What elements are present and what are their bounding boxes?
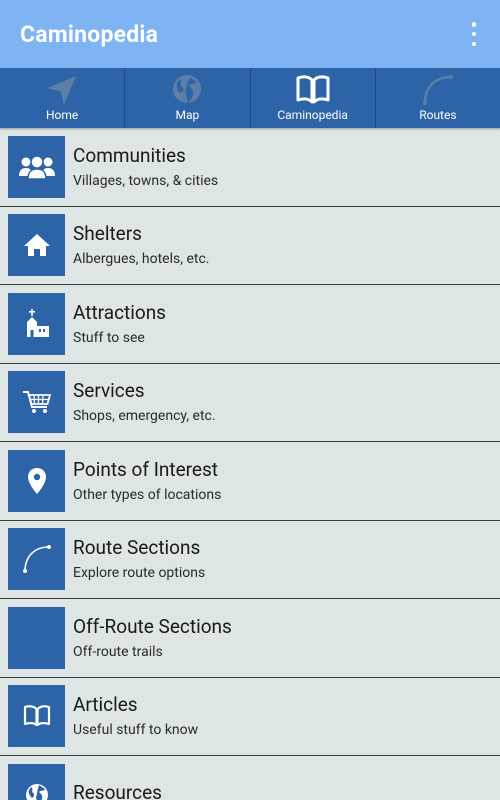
item-title: Route Sections [73, 536, 201, 560]
item-title: Attractions [73, 300, 166, 324]
category-tile [8, 135, 65, 198]
tab-routes[interactable]: Routes [376, 68, 500, 128]
list-item-points-of-interest[interactable]: Points of Interest Other types of locati… [0, 442, 500, 521]
tab-label: Caminopedia [277, 108, 348, 122]
map-pin-icon [27, 467, 46, 494]
item-title: Communities [73, 143, 186, 167]
shopping-cart-icon [22, 391, 51, 414]
category-tile [8, 528, 65, 591]
list-item-resources[interactable]: Resources [0, 756, 500, 800]
tab-map[interactable]: Map [125, 68, 251, 128]
route-curve-icon [22, 545, 51, 574]
item-subtitle: Shops, emergency, etc. [73, 408, 216, 425]
item-subtitle: Albergues, hotels, etc. [73, 251, 210, 268]
category-tile [8, 292, 65, 355]
item-subtitle: Explore route options [73, 565, 206, 582]
list-item-shelters[interactable]: Shelters Albergues, hotels, etc. [0, 207, 500, 285]
list-item-services[interactable]: Services Shops, emergency, etc. [0, 364, 500, 442]
category-tile [8, 214, 65, 277]
people-group-icon [18, 155, 55, 180]
blank-icon [8, 606, 65, 669]
item-subtitle: Villages, towns, & cities [73, 172, 219, 189]
tab-label: Map [175, 108, 200, 122]
list-item-off-route-sections[interactable]: Off-Route Sections Off-route trails [0, 599, 500, 678]
category-tile [8, 763, 65, 800]
item-title: Resources [73, 780, 162, 800]
item-subtitle: Off-route trails [73, 643, 163, 660]
category-tile [8, 371, 65, 434]
item-title: Off-Route Sections [73, 614, 232, 638]
item-subtitle: Stuff to see [73, 329, 145, 346]
app-bar: Caminopedia [0, 0, 500, 68]
category-tile [8, 449, 65, 512]
overflow-menu-icon[interactable] [470, 22, 478, 46]
list-item-attractions[interactable]: Attractions Stuff to see [0, 285, 500, 364]
route-curve-icon [422, 75, 453, 105]
tab-bar: Home Map Caminopedia Routes [0, 68, 500, 128]
list-item-communities[interactable]: Communities Villages, towns, & cities [0, 128, 500, 207]
item-title: Services [73, 379, 145, 403]
tab-caminopedia[interactable]: Caminopedia [251, 68, 376, 128]
item-subtitle: Other types of locations [73, 486, 222, 503]
category-tile [8, 685, 65, 748]
globe-icon [173, 75, 202, 103]
item-title: Shelters [73, 222, 142, 246]
app-title: Caminopedia [20, 20, 159, 48]
item-title: Articles [73, 693, 138, 717]
item-title: Points of Interest [73, 457, 219, 481]
category-list: Communities Villages, towns, & cities Sh… [0, 128, 500, 800]
tab-label: Routes [419, 108, 457, 122]
house-icon [23, 234, 50, 257]
tab-label: Home [45, 108, 79, 122]
church-icon [26, 308, 49, 337]
list-item-route-sections[interactable]: Route Sections Explore route options [0, 521, 500, 599]
list-item-articles[interactable]: Articles Useful stuff to know [0, 678, 500, 756]
tab-home[interactable]: Home [0, 68, 126, 128]
globe-icon [25, 783, 48, 800]
item-subtitle: Useful stuff to know [73, 722, 199, 739]
open-book-icon [296, 75, 330, 104]
open-book-icon [23, 705, 50, 727]
navigation-arrow-icon [48, 76, 76, 104]
